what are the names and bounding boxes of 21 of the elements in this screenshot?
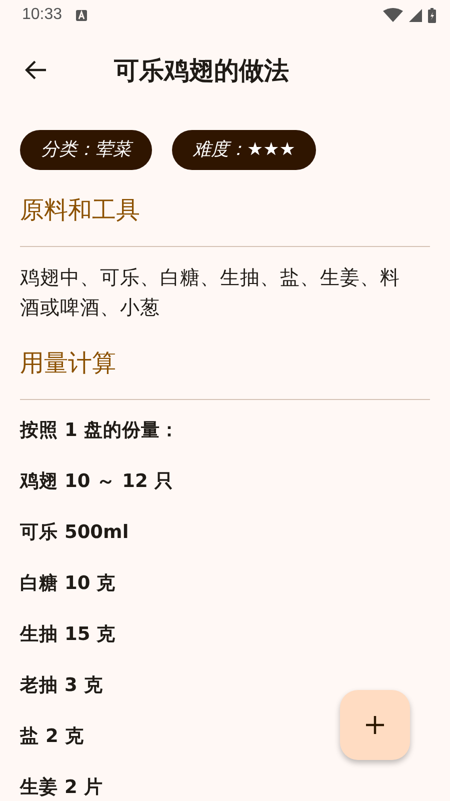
quantity-text: 按照 1 盘的份量： [20, 419, 179, 443]
plus-icon [365, 715, 385, 735]
tag-chip: 分类：荤菜 [20, 130, 152, 170]
quantity-text: 生姜 2 片 [20, 776, 103, 800]
section-heading: 原料和工具 [20, 195, 141, 226]
quantity-text: 鸡翅 10 ～ 12 只 [20, 470, 174, 494]
ingredients-text: 鸡翅中、可乐、白糖、生抽、盐、生姜、料酒或啤酒、小葱 [20, 265, 401, 321]
section-heading: 用量计算 [20, 348, 117, 379]
quantity-text: 可乐 500ml [20, 521, 129, 545]
wifi-icon [383, 8, 403, 22]
battery-icon [428, 8, 436, 22]
signal-icon [409, 8, 422, 22]
quantity-text: 生抽 15 克 [20, 623, 116, 647]
quantity-text: 白糖 10 克 [20, 572, 116, 596]
quantity-text: 盐 2 克 [20, 725, 84, 749]
status-time: 10:33 [22, 6, 62, 24]
back-arrow-icon [25, 60, 47, 80]
tag-chip: 难度：★★★ [172, 130, 316, 170]
notification-icon [76, 10, 88, 20]
page-title: 可乐鸡翅的做法 [114, 54, 289, 86]
quantity-text: 老抽 3 克 [20, 674, 103, 698]
